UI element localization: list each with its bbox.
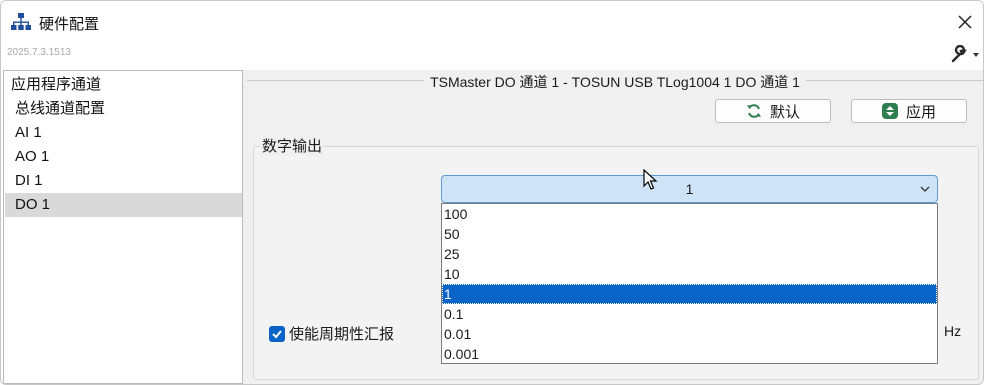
window-title: 硬件配置 xyxy=(39,16,100,33)
channel-header-text: TSMaster DO 通道 1 - TOSUN USB TLog1004 1 … xyxy=(424,74,806,90)
apply-button-label: 应用 xyxy=(905,103,936,121)
frequency-combobox[interactable]: 1 xyxy=(441,175,938,203)
mouse-cursor-icon xyxy=(643,169,658,190)
tree-item-di1[interactable]: DI 1 xyxy=(5,169,242,193)
unit-label: Hz xyxy=(944,323,962,339)
tree-item-do1[interactable]: DO 1 xyxy=(5,193,242,217)
periodic-report-checkbox[interactable]: 使能周期性汇报 xyxy=(269,323,394,344)
option-50[interactable]: 50 xyxy=(442,224,937,244)
tree-item-bus-channel-config[interactable]: 总线通道配置 xyxy=(5,97,242,121)
option-25[interactable]: 25 xyxy=(442,244,937,264)
apply-button[interactable]: 应用 xyxy=(851,99,967,123)
hierarchy-icon xyxy=(11,13,31,30)
channel-tree: 应用程序通道 总线通道配置 AI 1 AO 1 DI 1 DO 1 xyxy=(3,70,243,384)
tree-item-ai1[interactable]: AI 1 xyxy=(5,121,242,145)
checkbox-box[interactable] xyxy=(269,325,285,342)
wrench-icon[interactable] xyxy=(949,45,983,65)
close-icon xyxy=(958,15,972,29)
frequency-dropdown-list: 100 50 25 10 1 0.1 0.01 0.001 xyxy=(441,203,938,364)
option-100[interactable]: 100 xyxy=(442,204,937,224)
option-0.1[interactable]: 0.1 xyxy=(442,304,937,324)
group-title: 数字输出 xyxy=(260,135,325,156)
version-label: 2025.7.3.1513 xyxy=(7,47,71,58)
up-down-icon xyxy=(881,103,898,119)
title-bar: 硬件配置 xyxy=(1,1,983,43)
hardware-config-window: 硬件配置 2025.7.3.1513 应用程序通道 总线通道配置 AI 1 AO… xyxy=(0,0,984,385)
channel-header: TSMaster DO 通道 1 - TOSUN USB TLog1004 1 … xyxy=(247,72,983,92)
tree-item-app-channels[interactable]: 应用程序通道 xyxy=(5,73,242,97)
close-button[interactable] xyxy=(949,7,981,37)
option-0.01[interactable]: 0.01 xyxy=(442,324,937,344)
option-0.001[interactable]: 0.001 xyxy=(442,344,937,364)
refresh-icon xyxy=(746,104,761,118)
combo-value: 1 xyxy=(685,181,694,197)
default-button-label: 默认 xyxy=(769,103,800,121)
checkbox-label: 使能周期性汇报 xyxy=(289,326,395,343)
default-button[interactable]: 默认 xyxy=(715,99,831,123)
option-1[interactable]: 1 xyxy=(442,284,937,304)
tree-item-ao1[interactable]: AO 1 xyxy=(5,145,242,169)
chevron-down-icon xyxy=(920,186,930,192)
option-10[interactable]: 10 xyxy=(442,264,937,284)
checkmark-icon xyxy=(272,329,282,338)
